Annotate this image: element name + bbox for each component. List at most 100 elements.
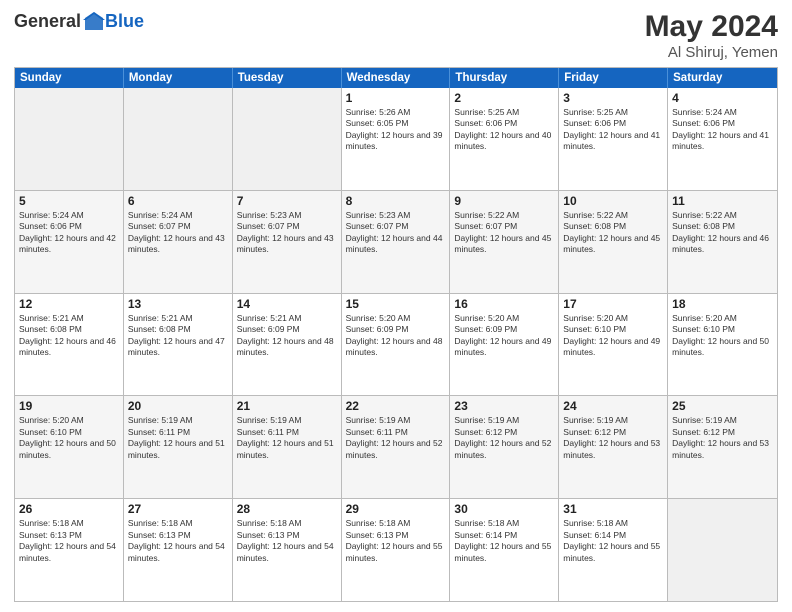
day-number: 27 [128, 502, 228, 516]
day-cell-23: 23 Sunrise: 5:19 AMSunset: 6:12 PMDayligh… [450, 396, 559, 498]
cell-info: Sunrise: 5:22 AMSunset: 6:08 PMDaylight:… [672, 210, 773, 256]
cell-info: Sunrise: 5:19 AMSunset: 6:12 PMDaylight:… [454, 415, 554, 461]
cell-info: Sunrise: 5:24 AMSunset: 6:06 PMDaylight:… [19, 210, 119, 256]
day-cell-12: 12 Sunrise: 5:21 AMSunset: 6:08 PMDayligh… [15, 294, 124, 396]
calendar-row-3: 19 Sunrise: 5:20 AMSunset: 6:10 PMDayligh… [15, 395, 777, 498]
day-number: 24 [563, 399, 663, 413]
day-cell-14: 14Sunrise: 5:21 AMSunset: 6:09 PMDayligh… [233, 294, 342, 396]
calendar-header: SundayMondayTuesdayWednesdayThursdayFrid… [15, 68, 777, 88]
day-number: 2 [454, 91, 554, 105]
header-day-tuesday: Tuesday [233, 68, 342, 88]
empty-cell [668, 499, 777, 601]
day-cell-28: 28 Sunrise: 5:18 AMSunset: 6:13 PMDayligh… [233, 499, 342, 601]
cell-info: Sunrise: 5:18 AMSunset: 6:14 PMDaylight:… [454, 518, 554, 564]
day-number: 12 [19, 297, 119, 311]
cell-info: Sunrise: 5:25 AMSunset: 6:06 PMDaylight:… [454, 107, 554, 153]
day-number: 20 [128, 399, 228, 413]
cell-info: Sunrise: 5:21 AMSunset: 6:08 PMDaylight:… [128, 313, 228, 359]
day-number: 8 [346, 194, 446, 208]
cell-info: Sunrise: 5:24 AMSunset: 6:06 PMDaylight:… [672, 107, 773, 153]
day-cell-6: 6 Sunrise: 5:24 AMSunset: 6:07 PMDaylight… [124, 191, 233, 293]
day-cell-24: 24 Sunrise: 5:19 AMSunset: 6:12 PMDayligh… [559, 396, 668, 498]
day-cell-17: 17 Sunrise: 5:20 AMSunset: 6:10 PMDayligh… [559, 294, 668, 396]
day-cell-10: 10 Sunrise: 5:22 AMSunset: 6:08 PMDayligh… [559, 191, 668, 293]
day-cell-26: 26 Sunrise: 5:18 AMSunset: 6:13 PMDayligh… [15, 499, 124, 601]
header-day-monday: Monday [124, 68, 233, 88]
cell-info: Sunrise: 5:19 AMSunset: 6:12 PMDaylight:… [563, 415, 663, 461]
cell-info: Sunrise: 5:25 AMSunset: 6:06 PMDaylight:… [563, 107, 663, 153]
day-number: 17 [563, 297, 663, 311]
day-number: 4 [672, 91, 773, 105]
logo-icon [83, 10, 105, 32]
cell-info: Sunrise: 5:20 AMSunset: 6:10 PMDaylight:… [672, 313, 773, 359]
day-number: 29 [346, 502, 446, 516]
day-number: 18 [672, 297, 773, 311]
day-cell-22: 22 Sunrise: 5:19 AMSunset: 6:11 PMDayligh… [342, 396, 451, 498]
title-block: May 2024 Al Shiruj, Yemen [645, 10, 778, 61]
day-cell-7: 7Sunrise: 5:23 AMSunset: 6:07 PMDaylight… [233, 191, 342, 293]
day-number: 30 [454, 502, 554, 516]
day-cell-31: 31Sunrise: 5:18 AMSunset: 6:14 PMDayligh… [559, 499, 668, 601]
cell-info: Sunrise: 5:21 AMSunset: 6:08 PMDaylight:… [19, 313, 119, 359]
cell-info: Sunrise: 5:23 AMSunset: 6:07 PMDaylight:… [237, 210, 337, 256]
cell-info: Sunrise: 5:22 AMSunset: 6:07 PMDaylight:… [454, 210, 554, 256]
calendar-row-1: 5Sunrise: 5:24 AMSunset: 6:06 PMDaylight… [15, 190, 777, 293]
cell-info: Sunrise: 5:26 AMSunset: 6:05 PMDaylight:… [346, 107, 446, 153]
header-day-saturday: Saturday [668, 68, 777, 88]
cell-info: Sunrise: 5:21 AMSunset: 6:09 PMDaylight:… [237, 313, 337, 359]
header-day-wednesday: Wednesday [342, 68, 451, 88]
day-number: 3 [563, 91, 663, 105]
day-number: 26 [19, 502, 119, 516]
logo-general-text: General [14, 11, 81, 32]
day-cell-27: 27 Sunrise: 5:18 AMSunset: 6:13 PMDayligh… [124, 499, 233, 601]
empty-cell [15, 88, 124, 190]
day-number: 31 [563, 502, 663, 516]
cell-info: Sunrise: 5:18 AMSunset: 6:13 PMDaylight:… [346, 518, 446, 564]
cell-info: Sunrise: 5:18 AMSunset: 6:13 PMDaylight:… [237, 518, 337, 564]
header: General Blue May 2024 Al Shiruj, Yemen [14, 10, 778, 61]
header-day-friday: Friday [559, 68, 668, 88]
day-number: 9 [454, 194, 554, 208]
calendar-row-4: 26 Sunrise: 5:18 AMSunset: 6:13 PMDayligh… [15, 498, 777, 601]
day-cell-18: 18 Sunrise: 5:20 AMSunset: 6:10 PMDayligh… [668, 294, 777, 396]
header-day-sunday: Sunday [15, 68, 124, 88]
cell-info: Sunrise: 5:18 AMSunset: 6:13 PMDaylight:… [19, 518, 119, 564]
cell-info: Sunrise: 5:19 AMSunset: 6:11 PMDaylight:… [237, 415, 337, 461]
day-number: 13 [128, 297, 228, 311]
cell-info: Sunrise: 5:20 AMSunset: 6:10 PMDaylight:… [19, 415, 119, 461]
day-number: 11 [672, 194, 773, 208]
day-number: 6 [128, 194, 228, 208]
day-cell-25: 25Sunrise: 5:19 AMSunset: 6:12 PMDayligh… [668, 396, 777, 498]
day-cell-1: 1 Sunrise: 5:26 AMSunset: 6:05 PMDaylight… [342, 88, 451, 190]
title-location: Al Shiruj, Yemen [645, 44, 778, 61]
cell-info: Sunrise: 5:20 AMSunset: 6:10 PMDaylight:… [563, 313, 663, 359]
cell-info: Sunrise: 5:19 AMSunset: 6:11 PMDaylight:… [346, 415, 446, 461]
cell-info: Sunrise: 5:22 AMSunset: 6:08 PMDaylight:… [563, 210, 663, 256]
day-cell-9: 9 Sunrise: 5:22 AMSunset: 6:07 PMDaylight… [450, 191, 559, 293]
day-number: 21 [237, 399, 337, 413]
calendar-body: 1 Sunrise: 5:26 AMSunset: 6:05 PMDaylight… [15, 88, 777, 601]
day-cell-5: 5Sunrise: 5:24 AMSunset: 6:06 PMDaylight… [15, 191, 124, 293]
cell-info: Sunrise: 5:24 AMSunset: 6:07 PMDaylight:… [128, 210, 228, 256]
day-cell-29: 29 Sunrise: 5:18 AMSunset: 6:13 PMDayligh… [342, 499, 451, 601]
day-number: 28 [237, 502, 337, 516]
day-number: 10 [563, 194, 663, 208]
day-number: 19 [19, 399, 119, 413]
header-day-thursday: Thursday [450, 68, 559, 88]
day-number: 15 [346, 297, 446, 311]
cell-info: Sunrise: 5:23 AMSunset: 6:07 PMDaylight:… [346, 210, 446, 256]
logo: General Blue [14, 10, 144, 32]
day-cell-8: 8 Sunrise: 5:23 AMSunset: 6:07 PMDaylight… [342, 191, 451, 293]
day-cell-21: 21 Sunrise: 5:19 AMSunset: 6:11 PMDayligh… [233, 396, 342, 498]
calendar-row-0: 1 Sunrise: 5:26 AMSunset: 6:05 PMDaylight… [15, 88, 777, 190]
cell-info: Sunrise: 5:18 AMSunset: 6:13 PMDaylight:… [128, 518, 228, 564]
title-month: May 2024 [645, 10, 778, 44]
cell-info: Sunrise: 5:19 AMSunset: 6:12 PMDaylight:… [672, 415, 773, 461]
day-number: 22 [346, 399, 446, 413]
cell-info: Sunrise: 5:20 AMSunset: 6:09 PMDaylight:… [454, 313, 554, 359]
day-cell-16: 16Sunrise: 5:20 AMSunset: 6:09 PMDayligh… [450, 294, 559, 396]
day-number: 23 [454, 399, 554, 413]
day-cell-20: 20Sunrise: 5:19 AMSunset: 6:11 PMDayligh… [124, 396, 233, 498]
day-number: 1 [346, 91, 446, 105]
empty-cell [233, 88, 342, 190]
